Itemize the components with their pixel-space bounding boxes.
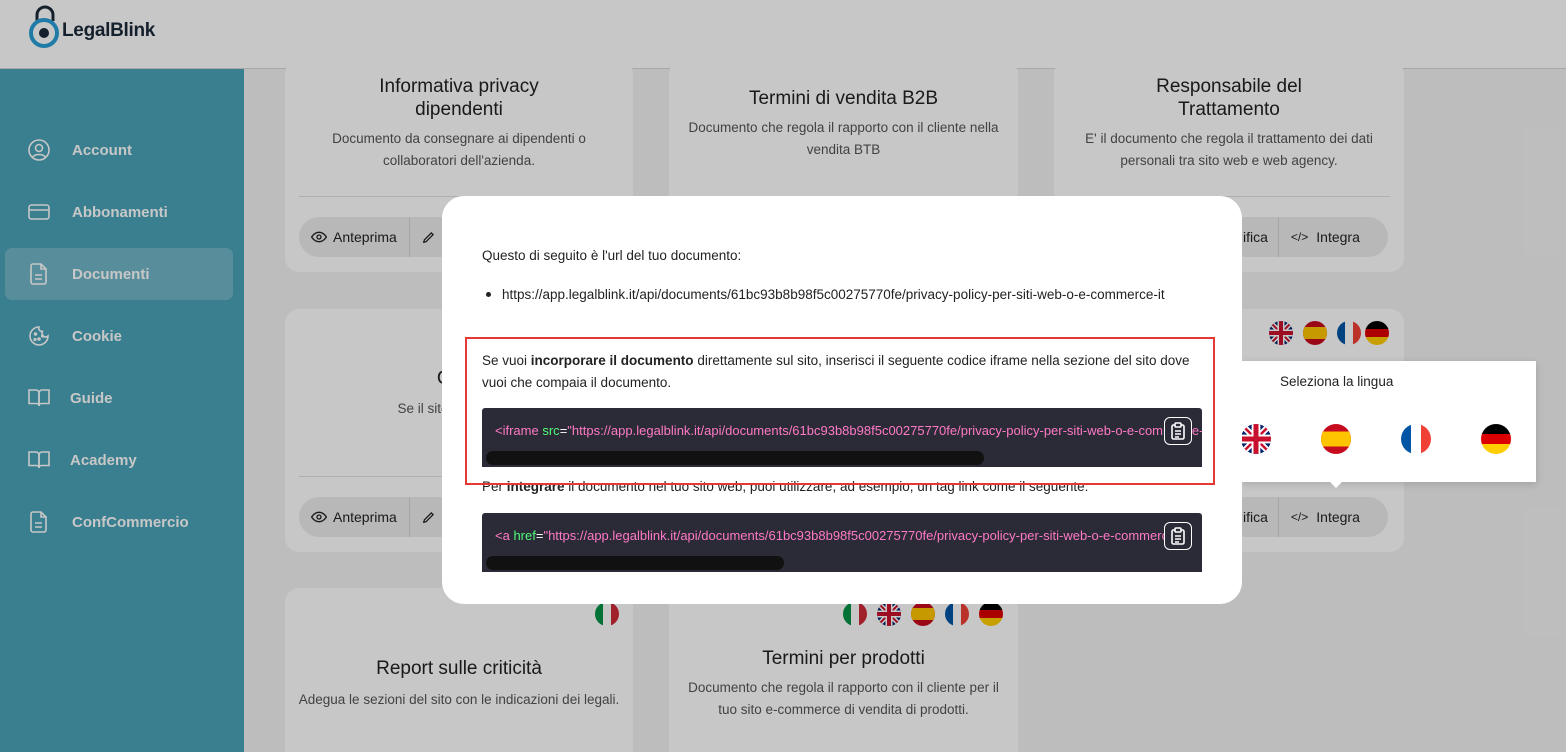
popover-arrow: [1330, 482, 1342, 488]
highlight-box: [465, 337, 1215, 485]
copy-link-button[interactable]: [1164, 522, 1192, 550]
flag-germany-icon[interactable]: [1481, 424, 1511, 454]
link-code-scroll-track: [482, 556, 1202, 572]
modal-intro-text: Questo di seguito è l'url del tuo docume…: [482, 248, 742, 263]
link-code-block[interactable]: <a href="https://app.legalblink.it/api/d…: [482, 513, 1202, 560]
link-code: <a href="https://app.legalblink.it/api/d…: [495, 528, 1191, 543]
horizontal-scrollbar[interactable]: [486, 556, 784, 570]
language-popover-title: Seleziona la lingua: [1280, 374, 1394, 389]
flag-spain-icon[interactable]: [1321, 424, 1351, 454]
clipboard-icon: [1171, 527, 1185, 545]
flag-uk-icon[interactable]: [1241, 424, 1271, 454]
document-url[interactable]: https://app.legalblink.it/api/documents/…: [486, 284, 1202, 306]
flag-france-icon[interactable]: [1401, 424, 1431, 454]
language-popover: Seleziona la lingua: [1241, 361, 1536, 488]
